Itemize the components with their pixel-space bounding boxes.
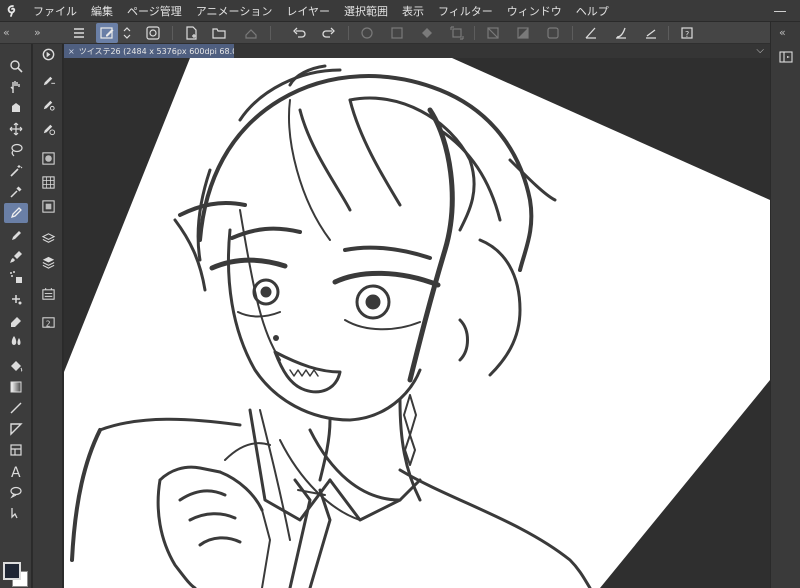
fill-icon[interactable]: [4, 356, 28, 376]
menu-view[interactable]: 表示: [395, 3, 431, 19]
pen-icon[interactable]: [4, 203, 28, 223]
right-dock: «: [770, 22, 800, 588]
expand-selection-icon[interactable]: [542, 23, 564, 43]
fill-selection-icon[interactable]: [416, 23, 438, 43]
snap-grid-icon[interactable]: [640, 23, 662, 43]
save-icon[interactable]: [240, 23, 262, 43]
svg-text:?: ?: [685, 30, 689, 39]
eraser-icon[interactable]: [4, 310, 28, 330]
help-icon[interactable]: ?: [676, 23, 698, 43]
brush-icon[interactable]: [4, 247, 28, 267]
layer-icon[interactable]: [38, 252, 58, 272]
menu-help[interactable]: ヘルプ: [569, 3, 616, 19]
gradient-icon[interactable]: [4, 377, 28, 397]
menu-filter[interactable]: フィルター: [431, 3, 500, 19]
text-icon[interactable]: A: [4, 461, 28, 481]
line-icon[interactable]: [4, 398, 28, 418]
move-icon[interactable]: [4, 119, 28, 139]
sub-tool-palette: 2: [33, 44, 63, 588]
undo-icon[interactable]: [288, 23, 310, 43]
tool-property-icon[interactable]: [38, 44, 58, 64]
close-tab-icon[interactable]: ×: [68, 47, 75, 56]
deselect-icon[interactable]: [482, 23, 504, 43]
menu-page[interactable]: ページ管理: [120, 3, 189, 19]
collapse-sub-icon[interactable]: »: [34, 26, 41, 39]
snap-special-ruler-icon[interactable]: [610, 23, 632, 43]
canvas-viewport[interactable]: [64, 58, 770, 588]
menu-bar: ファイル 編集 ページ管理 アニメーション レイヤー 選択範囲 表示 フィルター…: [0, 0, 800, 22]
redo-icon[interactable]: [318, 23, 340, 43]
minimize-icon[interactable]: [774, 11, 786, 12]
expand-right-icon[interactable]: «: [779, 26, 786, 39]
menu-animation[interactable]: アニメーション: [189, 3, 280, 19]
new-file-icon[interactable]: [180, 23, 202, 43]
correct-line-icon[interactable]: [4, 503, 28, 523]
drawing-canvas[interactable]: [64, 58, 770, 588]
dock-panel-icon[interactable]: [777, 48, 795, 66]
hand-icon[interactable]: [4, 77, 28, 97]
pencil-icon[interactable]: [4, 226, 28, 246]
rotate-icon[interactable]: [4, 98, 28, 118]
blend-icon[interactable]: [4, 331, 28, 351]
sub-tool-settings-icon[interactable]: [38, 94, 58, 114]
document-tab-bar: × ツイステ26 (2484 x 5376px 600dpi 68.0%) ⌵: [64, 44, 770, 58]
ruler-icon[interactable]: [4, 440, 28, 460]
tool-palette: A: [0, 44, 32, 588]
document-tab[interactable]: × ツイステ26 (2484 x 5376px 600dpi 68.0%): [64, 44, 234, 58]
stepper-icon[interactable]: [120, 23, 134, 43]
layer-property-icon[interactable]: [38, 228, 58, 248]
lasso-icon[interactable]: [4, 140, 28, 160]
airbrush-icon[interactable]: [4, 268, 28, 288]
command-bar: « » ?: [0, 22, 800, 44]
menu-edit[interactable]: 編集: [84, 3, 120, 19]
svg-text:A: A: [11, 465, 21, 479]
color-history-icon[interactable]: [38, 196, 58, 216]
decoration-icon[interactable]: [4, 289, 28, 309]
canvas-edit-icon[interactable]: [96, 23, 118, 43]
navigator-icon[interactable]: 2: [38, 312, 58, 332]
chevron-down-icon[interactable]: ⌵: [756, 45, 764, 56]
transform-icon[interactable]: [446, 23, 468, 43]
menu-file[interactable]: ファイル: [26, 3, 84, 19]
menu-window[interactable]: ウィンドウ: [500, 3, 569, 19]
menu-layer[interactable]: レイヤー: [279, 3, 337, 19]
hamburger-menu-icon[interactable]: [68, 23, 90, 43]
open-folder-icon[interactable]: [208, 23, 230, 43]
clip-studio-logo-icon[interactable]: [0, 0, 26, 22]
magic-wand-icon[interactable]: [4, 161, 28, 181]
color-set-icon[interactable]: [38, 172, 58, 192]
brush-size-icon[interactable]: [38, 118, 58, 138]
document-title: ツイステ26 (2484 x 5376px 600dpi 68.0%): [78, 46, 234, 56]
eyedropper-icon[interactable]: [4, 182, 28, 202]
svg-text:2: 2: [45, 319, 50, 328]
invert-selection-icon[interactable]: [512, 23, 534, 43]
balloon-icon[interactable]: [4, 482, 28, 502]
sub-tool-pen-icon[interactable]: [38, 70, 58, 90]
clear-icon[interactable]: [356, 23, 378, 43]
color-circle-icon[interactable]: [38, 148, 58, 168]
clear-outside-icon[interactable]: [386, 23, 408, 43]
zoom-icon[interactable]: [4, 56, 28, 76]
frame-icon[interactable]: [4, 419, 28, 439]
snap-ruler-icon[interactable]: [580, 23, 602, 43]
menu-selection[interactable]: 選択範囲: [337, 3, 395, 19]
material-icon[interactable]: [38, 284, 58, 304]
main-color-swatch[interactable]: [3, 562, 21, 580]
spiral-icon[interactable]: [142, 23, 164, 43]
collapse-left-icon[interactable]: «: [3, 26, 10, 39]
